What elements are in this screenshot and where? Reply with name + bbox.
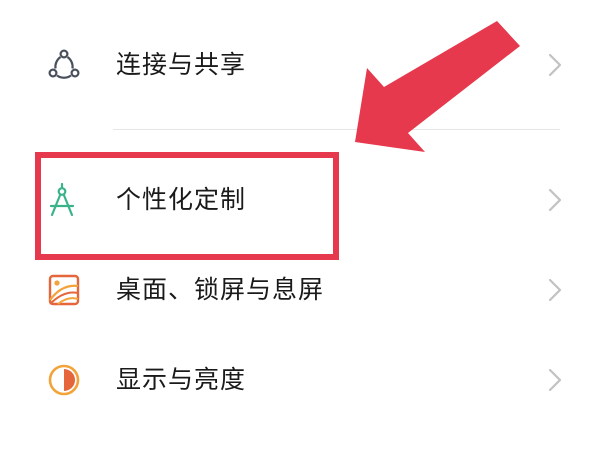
settings-item-desktop-lockscreen[interactable]: 桌面、锁屏与息屏 (0, 250, 600, 330)
settings-item-display-brightness[interactable]: 显示与亮度 (0, 340, 600, 420)
compass-personalize-icon (44, 182, 80, 218)
settings-item-label: 连接与共享 (116, 50, 247, 79)
chevron-right-icon (545, 186, 565, 214)
chevron-right-icon (545, 276, 565, 304)
settings-item-connection-share[interactable]: 连接与共享 (0, 25, 600, 105)
wallpaper-icon (46, 272, 82, 308)
settings-item-label: 个性化定制 (116, 185, 247, 214)
chevron-right-icon (545, 366, 565, 394)
settings-item-label: 桌面、锁屏与息屏 (116, 275, 325, 304)
display-brightness-icon (46, 362, 82, 398)
connection-share-icon (46, 47, 82, 83)
section-divider (113, 129, 560, 130)
settings-item-label: 显示与亮度 (116, 365, 247, 394)
settings-item-personalize[interactable]: 个性化定制 (0, 160, 600, 240)
chevron-right-icon (545, 51, 565, 79)
settings-list: 连接与共享 个性化定制 桌面、锁屏与息屏 显示与亮度 (0, 0, 600, 450)
